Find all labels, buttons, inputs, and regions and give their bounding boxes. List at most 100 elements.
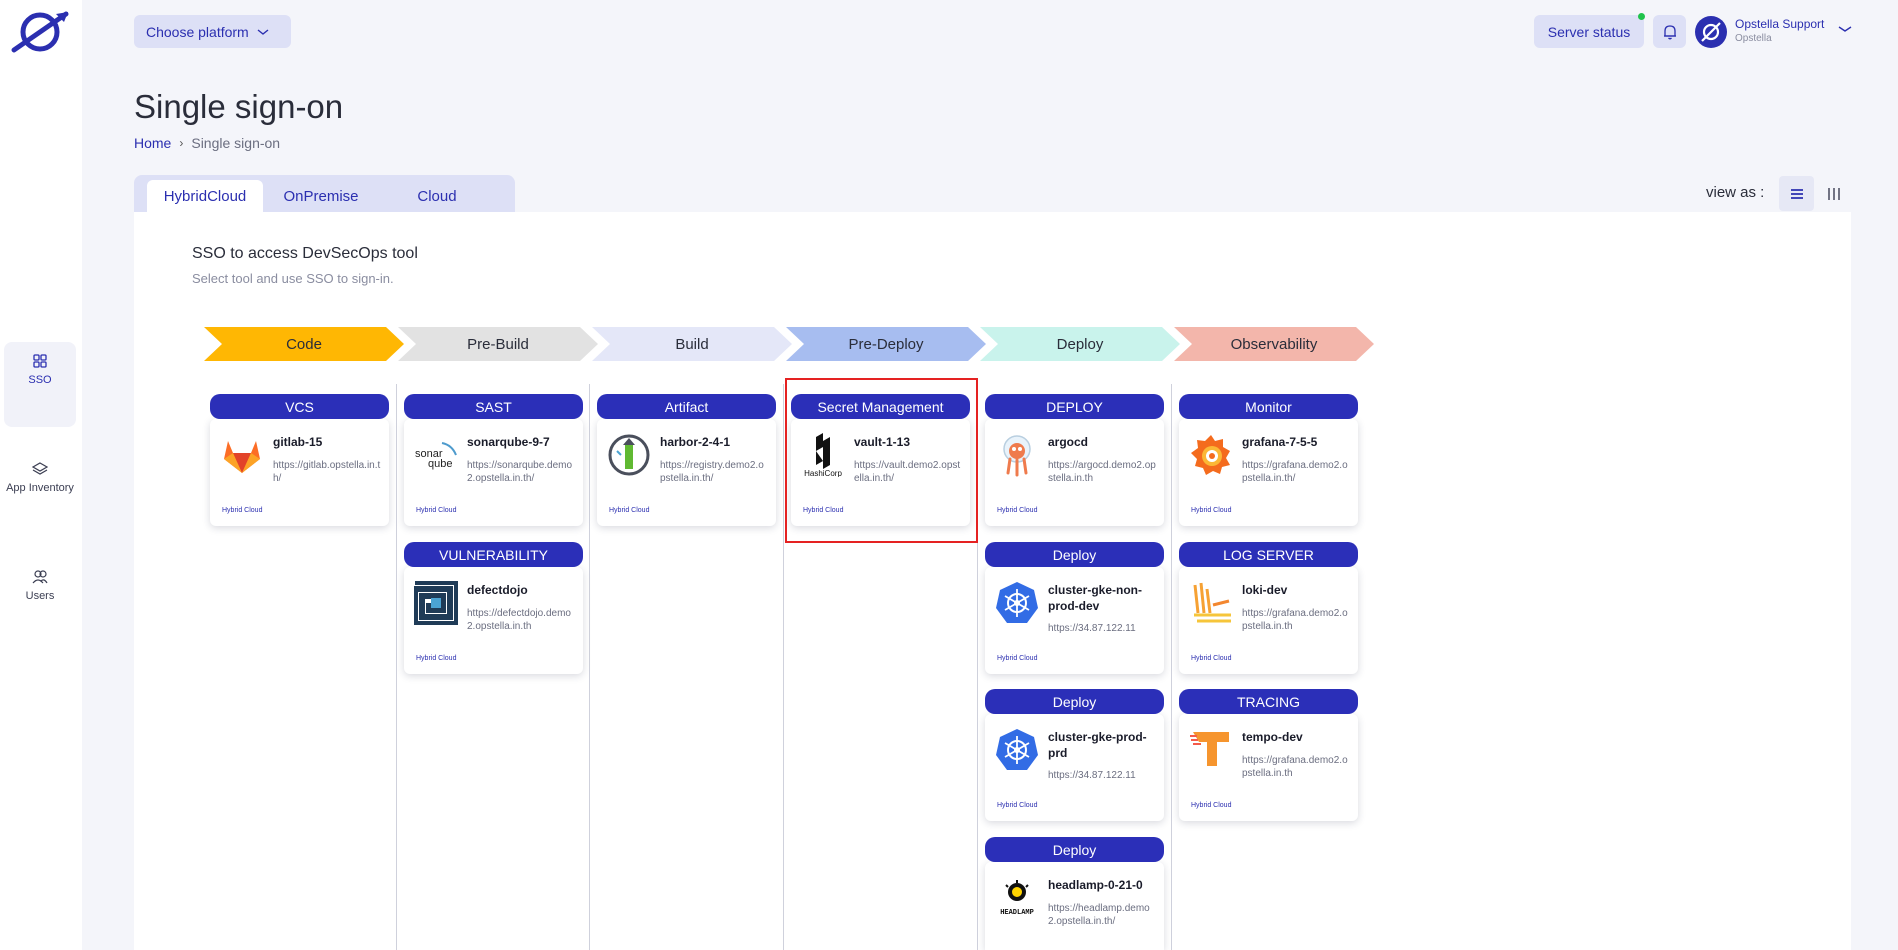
tool-card-defectdojo[interactable]: VULNERABILITY defectdojo https://defectd… (404, 542, 583, 674)
stage-label: Pre-Build (467, 335, 529, 353)
tool-card-harbor[interactable]: Artifact harbor-2-4-1 https://registry.d… (597, 394, 776, 526)
opstella-logo[interactable] (10, 10, 70, 54)
grid-icon (33, 354, 47, 368)
card-url[interactable]: https://gitlab.opstella.in.th/ (273, 459, 381, 485)
sidebar-item-sso[interactable]: SSO (4, 342, 76, 427)
card-url[interactable]: https://grafana.demo2.opstella.in.th (1242, 607, 1350, 633)
tool-card-loki[interactable]: LOG SERVER loki-dev https://grafana.demo… (1179, 542, 1358, 674)
card-category: DEPLOY (985, 394, 1164, 419)
notifications-button[interactable] (1653, 15, 1686, 48)
chevron-down-icon (257, 28, 269, 35)
stage-observability: Observability (1174, 327, 1374, 361)
card-url[interactable]: https://defectdojo.demo2.opstella.in.th (467, 607, 575, 633)
card-category: TRACING (1179, 689, 1358, 714)
platform-tabs: HybridCloud OnPremise Cloud (134, 175, 515, 212)
list-view-button[interactable] (1779, 176, 1814, 211)
tool-card-sonarqube[interactable]: SAST sonar qube sonarqube-9-7 https://so… (404, 394, 583, 526)
section-subtitle: Select tool and use SSO to sign-in. (192, 271, 394, 286)
card-url[interactable]: https://34.87.122.11 (1048, 622, 1156, 635)
view-as-label: view as : (1706, 184, 1765, 201)
card-name: headlamp-0-21-0 (1048, 878, 1143, 892)
tool-card-gitlab[interactable]: VCS gitlab-15 https://gitlab.opstella.in… (210, 394, 389, 526)
card-url[interactable]: https://grafana.demo2.opstella.in.th (1242, 754, 1350, 780)
sidebar-item-label: SSO (28, 374, 52, 386)
column-divider (589, 384, 590, 950)
card-tag: Hybrid Cloud (997, 802, 1038, 809)
column-view-button[interactable] (1816, 176, 1851, 211)
card-url[interactable]: https://headlamp.demo2.opstella.in.th/ (1048, 902, 1156, 928)
card-tag: Hybrid Cloud (1191, 507, 1232, 514)
tool-card-tempo[interactable]: TRACING tempo-dev https://grafana.demo2.… (1179, 689, 1358, 821)
chevron-right-icon: › (179, 136, 184, 150)
user-name[interactable]: Opstella Support (1735, 17, 1824, 31)
card-tag: Hybrid Cloud (416, 655, 457, 662)
tool-card-cluster-gke-non-prod-dev[interactable]: Deploy cluster-gke-non-prod-dev https://… (985, 542, 1164, 674)
stage-code: Code (204, 327, 404, 361)
section-title: SSO to access DevSecOps tool (192, 245, 418, 262)
opstella-avatar-icon (1701, 22, 1721, 42)
card-category: LOG SERVER (1179, 542, 1358, 567)
stage-build: Build (592, 327, 792, 361)
column-divider (783, 384, 784, 950)
tab-cloud[interactable]: Cloud (379, 180, 495, 212)
kubernetes-icon (995, 728, 1039, 772)
users-icon (32, 570, 48, 584)
card-category: Deploy (985, 689, 1164, 714)
sidebar-item-app-inventory[interactable]: App Inventory (4, 450, 76, 520)
selection-highlight (785, 378, 978, 543)
card-url[interactable]: https://argocd.demo2.opstella.in.th (1048, 459, 1156, 485)
tool-card-argocd[interactable]: DEPLOY argocd https://argocd.demo2.opste… (985, 394, 1164, 526)
card-url[interactable]: https://34.87.122.11 (1048, 769, 1156, 782)
stage-label: Build (675, 335, 709, 353)
sidebar-item-label: App Inventory (6, 482, 74, 494)
stage-label: Code (286, 335, 322, 353)
grafana-icon (1189, 433, 1233, 477)
card-tag: Hybrid Cloud (609, 507, 650, 514)
card-url[interactable]: https://sonarqube.demo2.opstella.in.th/ (467, 459, 575, 485)
headlamp-text: HEADLAMP (1000, 909, 1034, 917)
sidebar-item-label: Users (25, 590, 55, 602)
stage-pre-build: Pre-Build (398, 327, 598, 361)
choose-platform-dropdown[interactable]: Choose platform (134, 15, 291, 48)
card-category: VCS (210, 394, 389, 419)
breadcrumb-home-link[interactable]: Home (134, 135, 171, 151)
card-category: SAST (404, 394, 583, 419)
card-name: cluster-gke-prod-prd (1048, 730, 1147, 760)
gitlab-icon (220, 433, 264, 477)
tool-card-headlamp[interactable]: Deploy HEADLAMP headlamp-0-21-0 https://… (985, 837, 1164, 950)
breadcrumb: Home › Single sign-on (134, 135, 280, 151)
server-status-button[interactable]: Server status (1534, 15, 1644, 48)
tab-onpremise[interactable]: OnPremise (263, 180, 379, 212)
tab-hybridcloud[interactable]: HybridCloud (147, 180, 263, 212)
tempo-icon (1189, 728, 1233, 772)
card-tag: Hybrid Cloud (1191, 802, 1232, 809)
card-name: sonarqube-9-7 (467, 435, 550, 449)
kubernetes-icon (995, 581, 1039, 625)
stage-pre-deploy: Pre-Deploy (786, 327, 986, 361)
layers-icon (32, 462, 48, 475)
card-category: Deploy (985, 542, 1164, 567)
card-category: Deploy (985, 837, 1164, 862)
loki-icon (1189, 581, 1233, 625)
card-name: loki-dev (1242, 583, 1288, 597)
card-url[interactable]: https://registry.demo2.opstella.in.th/ (660, 459, 768, 485)
platform-label: Choose platform (146, 23, 249, 40)
list-icon (1790, 188, 1803, 199)
user-org: Opstella (1735, 33, 1772, 44)
sidebar-item-users[interactable]: Users (4, 558, 76, 608)
avatar[interactable] (1695, 16, 1727, 48)
card-category: Monitor (1179, 394, 1358, 419)
bell-icon (1663, 24, 1676, 39)
defectdojo-icon (414, 581, 458, 625)
card-url[interactable]: https://grafana.demo2.opstella.in.th/ (1242, 459, 1350, 485)
server-status-label: Server status (1547, 23, 1631, 40)
chevron-down-icon[interactable] (1838, 25, 1852, 33)
sonarqube-icon: sonar qube (414, 433, 458, 477)
card-tag: Hybrid Cloud (416, 507, 457, 514)
tool-card-grafana[interactable]: Monitor grafana-7-5-5 https://grafana.de… (1179, 394, 1358, 526)
card-name: cluster-gke-non-prod-dev (1048, 583, 1143, 613)
card-category: VULNERABILITY (404, 542, 583, 567)
harbor-icon (607, 433, 651, 477)
column-divider (396, 384, 397, 950)
tool-card-cluster-gke-prod-prd[interactable]: Deploy cluster-gke-prod-prd https://34.8… (985, 689, 1164, 821)
